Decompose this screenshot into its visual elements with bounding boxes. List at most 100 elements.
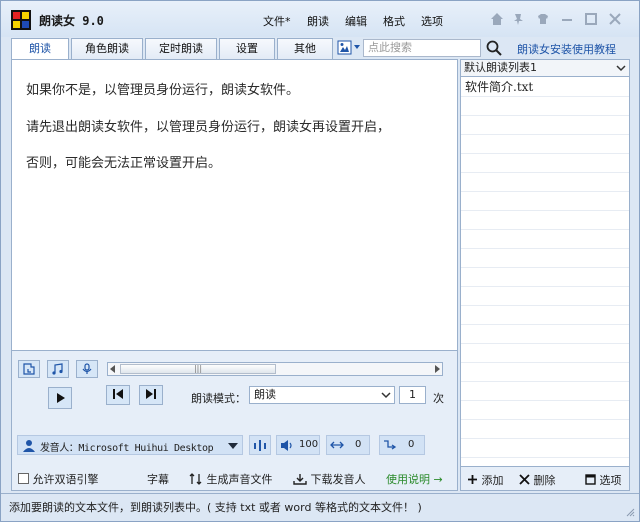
plus-icon xyxy=(468,475,477,484)
menu-read[interactable]: 朗读 xyxy=(307,13,329,29)
menu-file[interactable]: 文件* xyxy=(263,13,291,29)
generate-audio-button[interactable]: 生成声音文件 xyxy=(189,471,273,487)
add-label: 添加 xyxy=(481,474,504,487)
editor-line: 如果你不是，以管理员身份运行，朗读女软件。 xyxy=(26,83,300,98)
playlist-rows: 软件简介.txt xyxy=(461,78,629,458)
slider-right-arrow-icon[interactable] xyxy=(432,364,442,374)
resize-grip-icon[interactable] xyxy=(625,507,635,517)
app-window: 朗读女 9.0 文件* 朗读 编辑 格式 选项 朗读 角色朗读 定时朗读 设置 … xyxy=(0,0,640,522)
menu-format[interactable]: 格式 xyxy=(383,13,405,29)
maximize-icon[interactable] xyxy=(583,11,599,27)
delete-label: 删除 xyxy=(533,474,556,487)
stereo-engine-checkbox-row[interactable]: 允许双语引擎 xyxy=(18,471,99,487)
playlist-name: 默认朗读列表1 xyxy=(464,61,537,74)
tab-role-read[interactable]: 角色朗读 xyxy=(71,38,143,59)
playlist-empty-row xyxy=(461,420,629,439)
play-button[interactable] xyxy=(48,387,72,409)
playlist-chevron-down-icon xyxy=(616,65,626,72)
editor-line: 否则，可能会无法正常设置开启。 xyxy=(26,156,222,171)
close-icon[interactable] xyxy=(607,11,623,27)
add-button[interactable]: 添加 xyxy=(467,472,504,488)
pitch-value: 0 xyxy=(408,439,415,450)
stereo-engine-label: 允许双语引擎 xyxy=(32,473,99,486)
download-voice-label: 下载发音人 xyxy=(310,473,366,486)
menu-options[interactable]: 选项 xyxy=(421,13,443,29)
read-mode-select[interactable]: 朗读 xyxy=(249,386,395,404)
read-mode-label: 朗读模式： xyxy=(191,392,246,405)
progress-slider[interactable]: ||| xyxy=(107,362,443,376)
tab-settings[interactable]: 设置 xyxy=(219,38,275,59)
playlist-options-label: 选项 xyxy=(599,474,622,487)
status-text: 添加要朗读的文本文件，到朗读列表中。( 支持 txt 或者 word 等格式的文… xyxy=(9,501,422,514)
playlist-empty-row xyxy=(461,135,629,154)
help-link[interactable]: 使用说明 → xyxy=(386,471,443,487)
pitch-control[interactable]: 0 xyxy=(379,435,425,455)
voice-label: 发音人：Microsoft Huihui Desktop xyxy=(40,443,214,454)
playlist-item[interactable]: 软件简介.txt xyxy=(461,78,629,97)
repeat-count-unit: 次 xyxy=(433,392,444,405)
skin-icon[interactable] xyxy=(535,11,551,27)
playlist-empty-row xyxy=(461,363,629,382)
subtitle-button[interactable]: 字幕 xyxy=(147,471,169,487)
slider-thumb[interactable]: ||| xyxy=(120,364,276,374)
playlist-empty-row xyxy=(461,116,629,135)
delete-button[interactable]: 删除 xyxy=(519,472,556,488)
tab-timed-read[interactable]: 定时朗读 xyxy=(145,38,217,59)
pin-icon[interactable] xyxy=(511,11,527,27)
title-bar: 朗读女 9.0 文件* 朗读 编辑 格式 选项 xyxy=(1,1,639,37)
pitch-icon xyxy=(384,440,397,450)
generate-audio-label: 生成声音文件 xyxy=(206,473,273,486)
slider-left-arrow-icon[interactable] xyxy=(108,364,118,374)
app-logo-icon xyxy=(11,10,31,30)
stereo-engine-checkbox[interactable] xyxy=(18,473,29,484)
tab-read[interactable]: 朗读 xyxy=(11,38,69,60)
playlist-select[interactable]: 默认朗读列表1 xyxy=(461,60,629,77)
speed-value: 0 xyxy=(355,439,362,450)
tab-other[interactable]: 其他 xyxy=(277,38,333,59)
playlist-empty-row xyxy=(461,401,629,420)
sort-arrows-icon xyxy=(189,473,202,485)
previous-icon xyxy=(113,389,123,399)
playlist-empty-row xyxy=(461,325,629,344)
playlist-empty-row xyxy=(461,287,629,306)
music-icon[interactable] xyxy=(47,360,69,378)
app-title: 朗读女 9.0 xyxy=(39,14,104,28)
playlist-empty-row xyxy=(461,249,629,268)
minimize-icon[interactable] xyxy=(559,11,575,27)
read-mode-value: 朗读 xyxy=(254,388,276,401)
repeat-count-input[interactable]: 1 xyxy=(399,386,426,404)
playlist-empty-row xyxy=(461,306,629,325)
home-icon[interactable] xyxy=(489,11,505,27)
voice-selector[interactable]: 发音人：Microsoft Huihui Desktop xyxy=(17,435,243,455)
playlist-options-button[interactable]: 选项 xyxy=(585,472,622,488)
chevron-down-icon xyxy=(381,392,391,399)
search-input[interactable]: 点此搜索 xyxy=(363,39,481,57)
volume-control[interactable]: 100 xyxy=(276,435,320,455)
speed-icon xyxy=(330,441,344,449)
menu-edit[interactable]: 编辑 xyxy=(345,13,367,29)
download-voice-button[interactable]: 下载发音人 xyxy=(293,471,366,487)
window-icon xyxy=(585,474,596,485)
equalizer-icon xyxy=(254,440,266,451)
speaker-person-icon xyxy=(23,440,35,452)
playlist-empty-row xyxy=(461,97,629,116)
download-icon xyxy=(293,474,307,485)
playlist-empty-row xyxy=(461,344,629,363)
text-editor[interactable]: 如果你不是，以管理员身份运行，朗读女软件。 请先退出朗读女软件，以管理员身份运行… xyxy=(11,59,458,351)
playlist-empty-row xyxy=(461,382,629,401)
next-button[interactable] xyxy=(139,385,163,405)
open-file-icon[interactable] xyxy=(18,360,40,378)
search-icon[interactable] xyxy=(485,39,503,57)
playlist-empty-row xyxy=(461,211,629,230)
tutorial-link[interactable]: 朗读女安装使用教程 xyxy=(517,41,616,57)
delete-icon xyxy=(519,474,530,485)
equalizer-button[interactable] xyxy=(249,435,271,455)
image-dropdown-icon[interactable] xyxy=(337,40,361,56)
previous-button[interactable] xyxy=(106,385,130,405)
speed-control[interactable]: 0 xyxy=(326,435,370,455)
editor-line: 请先退出朗读女软件，以管理员身份运行，朗读女再设置开启， xyxy=(26,120,391,135)
playlist-empty-row xyxy=(461,230,629,249)
playlist-actions: 添加 删除 选项 xyxy=(460,467,630,491)
microphone-icon[interactable] xyxy=(76,360,98,378)
status-bar: 添加要朗读的文本文件，到朗读列表中。( 支持 txt 或者 word 等格式的文… xyxy=(1,493,639,521)
